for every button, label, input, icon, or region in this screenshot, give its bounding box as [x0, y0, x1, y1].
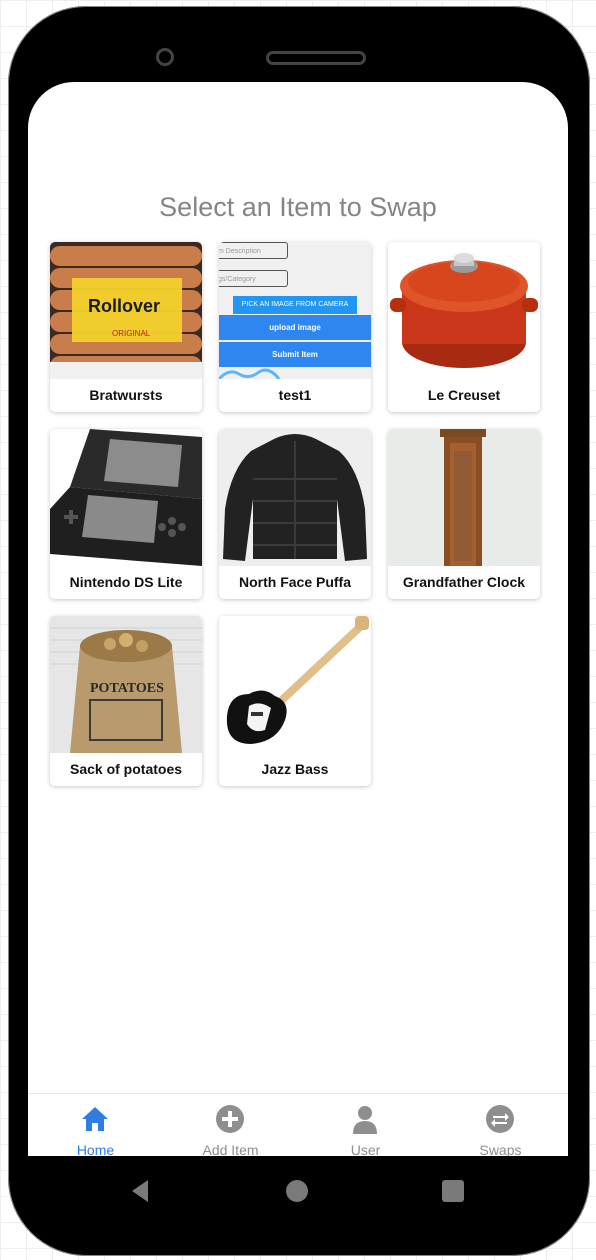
potato-sack-image: POTATOES [50, 616, 202, 753]
item-card[interactable]: Grandfather Clock [388, 429, 540, 599]
grandfather-clock-image [388, 429, 540, 566]
item-name: Nintendo DS Lite [69, 574, 183, 590]
item-grid: Rollover ORIGINAL Bratwursts m Descripti… [42, 242, 549, 800]
plus-circle-icon [216, 1105, 244, 1133]
android-nav-bar [8, 1156, 590, 1232]
earpiece-speaker [266, 51, 366, 65]
submit-item-button: Submit Item [219, 342, 371, 367]
item-card[interactable]: Le Creuset [388, 242, 540, 412]
back-icon[interactable] [128, 1178, 154, 1204]
item-card[interactable]: North Face Puffa [219, 429, 371, 599]
tab-label: Swaps [479, 1142, 522, 1156]
pick-image-button: PICK AN IMAGE FROM CAMERA ROLL [233, 296, 357, 326]
original-text: ORIGINAL [112, 329, 151, 338]
app-screen: Select an Item to Swap Rollover ORIGINAL… [28, 82, 568, 1156]
item-name: Jazz Bass [261, 761, 329, 777]
form-screenshot-image: m Description gs/Category PICK AN IMAGE … [219, 242, 371, 379]
item-card[interactable]: Jazz Bass [219, 616, 371, 786]
front-camera [156, 48, 174, 66]
category-field: gs/Category [219, 270, 288, 287]
dutch-oven-image [388, 242, 540, 379]
item-name: Bratwursts [89, 387, 163, 403]
item-name: Sack of potatoes [69, 761, 183, 777]
item-name: test1 [278, 387, 312, 403]
swap-arrows-icon [486, 1105, 514, 1133]
recents-icon[interactable] [440, 1178, 466, 1204]
item-card[interactable]: POTATOES Sack of potatoes [50, 616, 202, 786]
home-button-icon[interactable] [284, 1178, 310, 1204]
tab-user[interactable]: User [298, 1094, 433, 1156]
tab-home[interactable]: Home [28, 1094, 163, 1156]
upload-image-button: upload image [219, 315, 371, 340]
phone-frame: Select an Item to Swap Rollover ORIGINAL… [8, 6, 590, 1256]
user-icon [353, 1106, 377, 1134]
tab-label: Home [76, 1142, 115, 1156]
bass-guitar-image [219, 616, 371, 753]
item-card[interactable]: Rollover ORIGINAL Bratwursts [50, 242, 202, 412]
tab-swaps[interactable]: Swaps [433, 1094, 568, 1156]
item-card[interactable]: Nintendo DS Lite [50, 429, 202, 599]
page-title: Select an Item to Swap [159, 192, 437, 222]
tab-add-item[interactable]: Add Item [163, 1094, 298, 1156]
brand-text: Rollover [88, 296, 160, 316]
puffer-jacket-image [219, 429, 371, 566]
tab-label: User [350, 1142, 381, 1156]
nintendo-ds-image [50, 429, 202, 566]
wave-icon [219, 368, 281, 379]
tab-label: Add Item [202, 1142, 259, 1156]
home-icon [82, 1107, 108, 1131]
item-name: Grandfather Clock [402, 574, 526, 590]
item-name: Le Creuset [427, 387, 501, 403]
bratwurst-package-image: Rollover ORIGINAL [50, 242, 202, 379]
bottom-tab-bar: Home Add Item User Swaps [28, 1093, 568, 1156]
potatoes-text: POTATOES [90, 681, 164, 696]
description-field: m Description [219, 242, 288, 259]
item-card[interactable]: m Description gs/Category PICK AN IMAGE … [219, 242, 371, 412]
item-name: North Face Puffa [238, 574, 351, 590]
